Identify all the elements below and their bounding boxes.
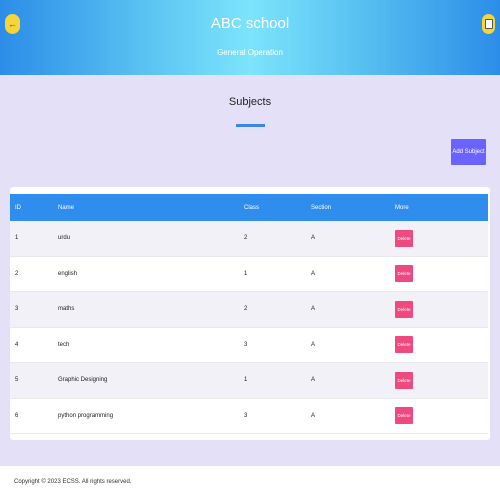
cell-name: Graphic Designing [58, 377, 108, 384]
column-header-section: Section [311, 204, 332, 211]
cell-section: A [311, 377, 316, 384]
app-header: ← ABC school General Operation [0, 0, 500, 75]
cell-name: english [58, 270, 78, 277]
cell-id: 2 [15, 270, 19, 277]
cell-class: 2 [244, 235, 248, 242]
page-footer: Copyright © 2023 ECSS. All rights reserv… [0, 466, 500, 500]
table-row: 6 python programming 3 A Delete [10, 398, 488, 434]
table-row: 2 english 1 A Delete [10, 256, 488, 292]
column-header-id: ID [15, 204, 21, 211]
document-button[interactable] [482, 14, 495, 34]
cell-class: 2 [244, 306, 248, 313]
cell-section: A [311, 412, 316, 419]
table-row: 1 urdu 2 A Delete [10, 221, 488, 257]
column-header-more: More [395, 204, 409, 211]
table-row: 5 Graphic Designing 1 A Delete [10, 363, 488, 399]
cell-id: 4 [15, 341, 19, 348]
cell-id: 5 [15, 377, 19, 384]
document-icon [484, 19, 493, 29]
delete-button[interactable]: Delete [395, 336, 413, 354]
cell-more: Delete [395, 292, 413, 327]
cell-id: 3 [15, 306, 19, 313]
delete-button[interactable]: Delete [395, 229, 413, 247]
heading-underline [236, 124, 265, 127]
cell-section: A [311, 270, 316, 277]
delete-button[interactable]: Delete [395, 265, 413, 283]
cell-class: 3 [244, 412, 248, 419]
cell-more: Delete [395, 399, 413, 434]
table-row: 4 tech 3 A Delete [10, 327, 488, 363]
cell-class: 1 [244, 377, 248, 384]
cell-name: tech [58, 341, 70, 348]
delete-button[interactable]: Delete [395, 300, 413, 318]
app-title: ABC school [210, 15, 290, 32]
cell-section: A [311, 235, 316, 242]
cell-name: maths [58, 306, 75, 313]
copyright-text: Copyright © 2023 ECSS. All rights reserv… [14, 479, 132, 485]
table-header: ID Name Class Section More [10, 194, 488, 221]
cell-more: Delete [395, 363, 413, 398]
cell-class: 3 [244, 341, 248, 348]
cell-section: A [311, 306, 316, 313]
cell-more: Delete [395, 257, 413, 292]
add-subject-button[interactable]: Add Subject [451, 139, 486, 165]
cell-more: Delete [395, 221, 413, 256]
subjects-table-card: ID Name Class Section More 1 urdu 2 A De… [10, 187, 490, 440]
cell-name: python programming [58, 412, 114, 419]
table-body: 1 urdu 2 A Delete 2 english 1 A Delete 3… [10, 221, 488, 434]
cell-class: 1 [244, 270, 248, 277]
delete-button[interactable]: Delete [395, 407, 413, 425]
cell-section: A [311, 341, 316, 348]
table-row: 3 maths 2 A Delete [10, 292, 488, 328]
column-header-name: Name [58, 204, 75, 211]
app-subtitle: General Operation [217, 48, 283, 57]
page-title: Subjects [228, 96, 272, 108]
cell-more: Delete [395, 328, 413, 363]
column-header-class: Class [244, 204, 260, 211]
cell-id: 1 [15, 235, 19, 242]
delete-button[interactable]: Delete [395, 371, 413, 389]
cell-id: 6 [15, 412, 19, 419]
cell-name: urdu [58, 235, 71, 242]
